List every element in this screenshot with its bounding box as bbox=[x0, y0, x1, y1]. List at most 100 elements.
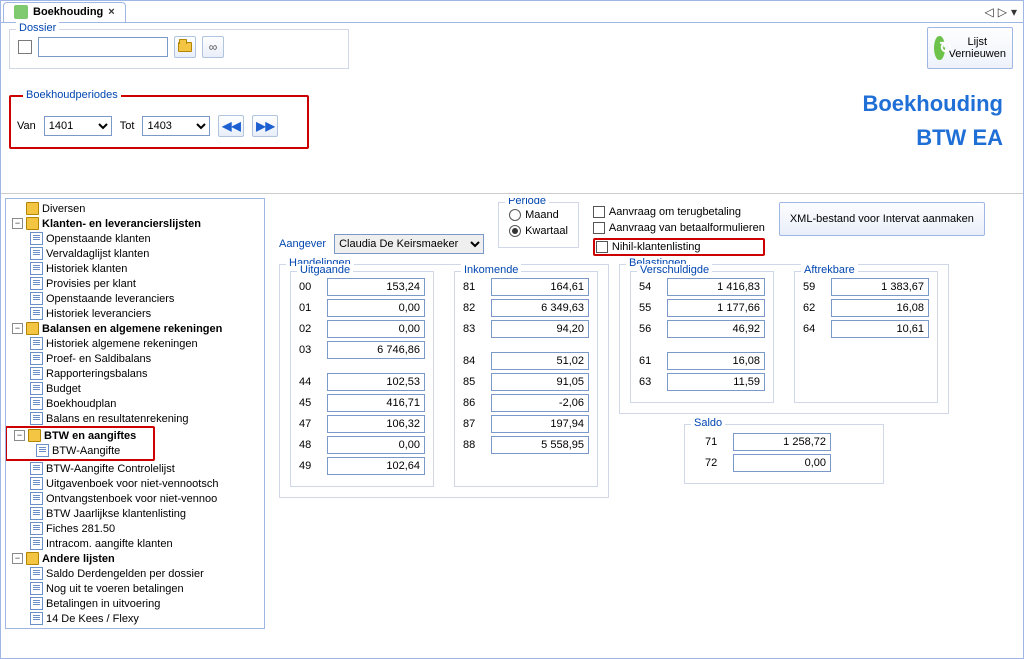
document-icon bbox=[30, 232, 43, 245]
value-field[interactable]: 6 746,86 bbox=[327, 341, 425, 359]
tree-item[interactable]: Vervaldaglijst klanten bbox=[26, 246, 262, 261]
tree-item[interactable]: Uitgavenboek voor niet-vennootsch bbox=[26, 476, 262, 491]
tree-item[interactable]: Nog uit te voeren betalingen bbox=[26, 581, 262, 596]
tree-item[interactable]: Rapporteringsbalans bbox=[26, 366, 262, 381]
code-label: 01 bbox=[299, 302, 319, 314]
tree-item[interactable]: Balans en resultatenrekening bbox=[26, 411, 262, 426]
document-icon bbox=[30, 537, 43, 550]
check-betaalformulieren[interactable]: Aanvraag van betaalformulieren bbox=[593, 222, 765, 234]
code-label: 59 bbox=[803, 281, 823, 293]
value-row: 8451,02 bbox=[463, 352, 589, 370]
tree-item[interactable]: Boekhoudplan bbox=[26, 396, 262, 411]
aangever-select[interactable]: Claudia De Keirsmaeker bbox=[334, 234, 484, 254]
radio-maand[interactable]: Maand bbox=[509, 209, 568, 221]
value-row: 541 416,83 bbox=[639, 278, 765, 296]
collapse-icon[interactable]: − bbox=[14, 430, 25, 441]
value-field[interactable]: 94,20 bbox=[491, 320, 589, 338]
value-field[interactable]: 1 416,83 bbox=[667, 278, 765, 296]
value-field[interactable]: 6 349,63 bbox=[491, 299, 589, 317]
value-field[interactable]: 197,94 bbox=[491, 415, 589, 433]
tree-item[interactable]: Openstaande klanten bbox=[26, 231, 262, 246]
tree-item[interactable]: Historiek klanten bbox=[26, 261, 262, 276]
report-tree[interactable]: Diversen − Klanten- en leverancierslijste… bbox=[5, 198, 265, 629]
value-field[interactable]: 16,08 bbox=[831, 299, 929, 317]
value-field[interactable]: 0,00 bbox=[733, 454, 831, 472]
radio-kwartaal[interactable]: Kwartaal bbox=[509, 225, 568, 237]
value-field[interactable]: 1 258,72 bbox=[733, 433, 831, 451]
tree-item-btw-aangifte[interactable]: BTW-Aangifte bbox=[52, 445, 120, 457]
value-field[interactable]: 164,61 bbox=[491, 278, 589, 296]
tree-item[interactable]: Openstaande leveranciers bbox=[26, 291, 262, 306]
collapse-icon[interactable]: − bbox=[12, 218, 23, 229]
value-field[interactable]: -2,06 bbox=[491, 394, 589, 412]
value-field[interactable]: 416,71 bbox=[327, 394, 425, 412]
tab-next-icon[interactable]: ▷ bbox=[998, 5, 1007, 19]
document-icon bbox=[36, 444, 49, 457]
code-label: 88 bbox=[463, 439, 483, 451]
tree-item[interactable]: Provisies per klant bbox=[26, 276, 262, 291]
dossier-input[interactable] bbox=[38, 37, 168, 57]
check-nihil-klantenlisting[interactable]: Nihil-klantenlisting bbox=[596, 241, 701, 253]
tree-item[interactable]: Intracom. aangifte klanten bbox=[26, 536, 262, 551]
value-field[interactable]: 0,00 bbox=[327, 436, 425, 454]
value-field[interactable]: 91,05 bbox=[491, 373, 589, 391]
tree-item[interactable]: BTW-Aangifte Controlelijst bbox=[26, 461, 262, 476]
tree-item[interactable]: Ontvangstenboek voor niet-vennoo bbox=[26, 491, 262, 506]
code-label: 64 bbox=[803, 323, 823, 335]
close-icon[interactable]: × bbox=[108, 6, 114, 18]
value-field[interactable]: 0,00 bbox=[327, 299, 425, 317]
value-field[interactable]: 1 383,67 bbox=[831, 278, 929, 296]
value-row: 81164,61 bbox=[463, 278, 589, 296]
collapse-icon[interactable]: − bbox=[12, 553, 23, 564]
period-from-select[interactable]: 1401 bbox=[44, 116, 112, 136]
tab-menu-icon[interactable]: ▾ bbox=[1011, 5, 1017, 19]
period-to-select[interactable]: 1403 bbox=[142, 116, 210, 136]
dossier-browse-button[interactable] bbox=[174, 36, 196, 58]
value-row: 6216,08 bbox=[803, 299, 929, 317]
tree-item[interactable]: Saldo Derdengelden per dossier bbox=[26, 566, 262, 581]
tree-item-balansen[interactable]: Balansen en algemene rekeningen bbox=[42, 323, 222, 335]
code-label: 61 bbox=[639, 355, 659, 367]
tree-item-diversen[interactable]: Diversen bbox=[42, 203, 85, 215]
code-label: 85 bbox=[463, 376, 483, 388]
check-terugbetaling[interactable]: Aanvraag om terugbetaling bbox=[593, 206, 765, 218]
tree-item[interactable]: Historiek algemene rekeningen bbox=[26, 336, 262, 351]
value-field[interactable]: 0,00 bbox=[327, 320, 425, 338]
xml-intervat-button[interactable]: XML-bestand voor Intervat aanmaken bbox=[779, 202, 985, 236]
value-row: 5646,92 bbox=[639, 320, 765, 338]
folder-icon bbox=[178, 42, 192, 52]
value-field[interactable]: 16,08 bbox=[667, 352, 765, 370]
tree-item[interactable]: Fiches 281.50 bbox=[26, 521, 262, 536]
tree-item-klanten-leveranciers[interactable]: Klanten- en leverancierslijsten bbox=[42, 218, 201, 230]
code-label: 63 bbox=[639, 376, 659, 388]
period-next-button[interactable]: ▶▶ bbox=[252, 115, 278, 137]
tab-prev-icon[interactable]: ◁ bbox=[985, 5, 994, 19]
period-prev-button[interactable]: ◀◀ bbox=[218, 115, 244, 137]
tree-item-btw[interactable]: BTW en aangiftes bbox=[44, 430, 136, 442]
value-field[interactable]: 153,24 bbox=[327, 278, 425, 296]
value-field[interactable]: 51,02 bbox=[491, 352, 589, 370]
code-label: 02 bbox=[299, 323, 319, 335]
value-field[interactable]: 102,64 bbox=[327, 457, 425, 475]
collapse-icon[interactable]: − bbox=[12, 323, 23, 334]
tree-item[interactable]: Historiek leveranciers bbox=[26, 306, 262, 321]
dossier-link-button[interactable]: ∞ bbox=[202, 36, 224, 58]
value-field[interactable]: 1 177,66 bbox=[667, 299, 765, 317]
value-field[interactable]: 106,32 bbox=[327, 415, 425, 433]
value-field[interactable]: 11,59 bbox=[667, 373, 765, 391]
tree-item[interactable]: BTW Jaarlijkse klantenlisting bbox=[26, 506, 262, 521]
tree-item-andere[interactable]: Andere lijsten bbox=[42, 553, 115, 565]
dossier-checkbox[interactable] bbox=[18, 40, 32, 54]
tab-boekhouding[interactable]: Boekhouding × bbox=[3, 2, 126, 22]
document-icon bbox=[30, 612, 43, 625]
tree-item[interactable]: Betalingen in uitvoering bbox=[26, 596, 262, 611]
value-field[interactable]: 5 558,95 bbox=[491, 436, 589, 454]
tree-item[interactable]: Budget bbox=[26, 381, 262, 396]
tree-item[interactable]: 14 De Kees / Flexy bbox=[26, 611, 262, 626]
tree-item[interactable]: Proef- en Saldibalans bbox=[26, 351, 262, 366]
code-label: 55 bbox=[639, 302, 659, 314]
value-field[interactable]: 102,53 bbox=[327, 373, 425, 391]
folder-icon bbox=[26, 552, 39, 565]
value-field[interactable]: 10,61 bbox=[831, 320, 929, 338]
value-field[interactable]: 46,92 bbox=[667, 320, 765, 338]
